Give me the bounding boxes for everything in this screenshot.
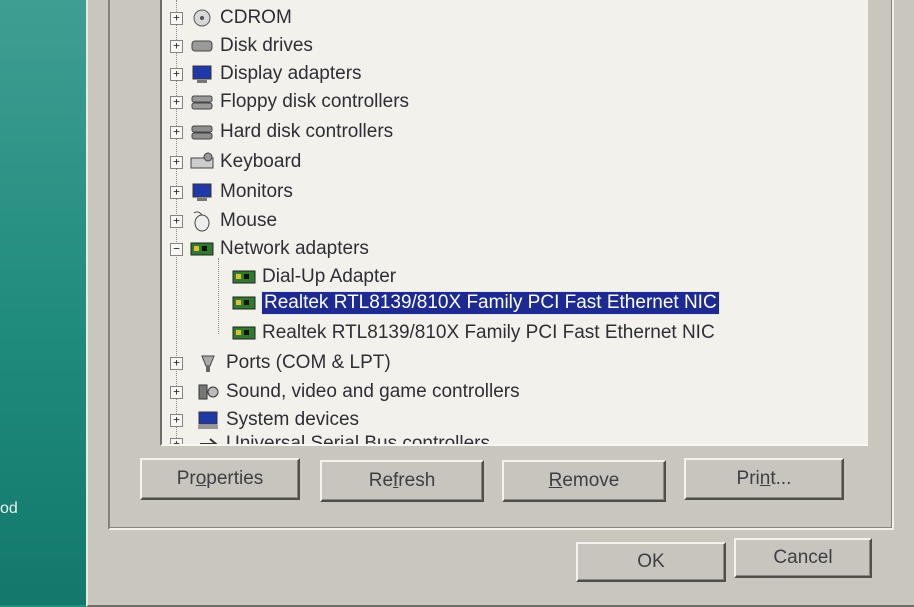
tree-item-label: CDROM [220, 7, 292, 28]
device-manager-dialog: + CDROM + Disk drives + Display adapters + Flop… [86, 0, 914, 607]
tree-expander[interactable]: + [170, 186, 183, 199]
tree-item[interactable]: Floppy disk controllers [188, 90, 409, 114]
network-card-icon [230, 322, 258, 344]
tree-expander[interactable]: + [170, 96, 183, 109]
mouse-icon [188, 210, 216, 232]
tree-item[interactable]: CDROM [188, 6, 292, 30]
ok-button[interactable]: OK [576, 542, 726, 582]
tree-connector-line-child [218, 258, 219, 334]
tree-expander[interactable]: + [170, 357, 183, 370]
usb-icon [194, 433, 222, 444]
floppy-controller-icon [188, 91, 216, 113]
tree-item[interactable]: Ports (COM & LPT) [194, 351, 391, 375]
refresh-label: Refresh [368, 470, 436, 491]
tree-item-label: Realtek RTL8139/810X Family PCI Fast Eth… [261, 291, 720, 315]
print-label: Print... [736, 468, 792, 489]
tree-expander[interactable]: + [170, 414, 183, 427]
desktop-icon-label[interactable]: od [0, 500, 18, 518]
tree-item-label: Hard disk controllers [220, 121, 394, 142]
tree-item-label: Display adapters [220, 63, 362, 84]
tree-expander[interactable]: + [170, 126, 183, 139]
tree-item-label: Floppy disk controllers [220, 91, 410, 112]
hard-disk-controller-icon [188, 121, 216, 143]
tree-expander[interactable]: − [170, 243, 183, 256]
tree-item-label: System devices [226, 409, 360, 430]
tree-item-label: Mouse [220, 210, 278, 231]
monitor-icon [188, 181, 216, 203]
properties-button[interactable]: Properties [140, 458, 300, 500]
tree-item[interactable]: Universal Serial Bus controllers [194, 432, 490, 446]
tree-item-label: Universal Serial Bus controllers [226, 433, 490, 446]
cancel-button[interactable]: Cancel [734, 538, 872, 578]
disk-drive-icon [188, 35, 216, 57]
device-tree[interactable]: + CDROM + Disk drives + Display adapters + Flop… [160, 0, 868, 446]
device-manager-panel: + CDROM + Disk drives + Display adapters + Flop… [108, 0, 894, 530]
tree-item[interactable]: System devices [194, 408, 359, 432]
tree-item-label: Network adapters [220, 238, 369, 259]
tree-item-label: Keyboard [220, 151, 302, 172]
display-adapter-icon [188, 63, 216, 85]
tree-expander[interactable]: + [170, 215, 183, 228]
tree-item-label: Disk drives [220, 35, 313, 56]
tree-item-label: Ports (COM & LPT) [226, 352, 391, 373]
properties-label: Properties [176, 468, 264, 489]
keyboard-icon [188, 151, 216, 173]
remove-label: Remove [548, 470, 620, 491]
network-card-icon [230, 292, 258, 314]
network-card-icon [230, 266, 258, 288]
tree-expander[interactable]: + [170, 156, 183, 169]
port-icon [194, 352, 222, 374]
tree-item[interactable]: Display adapters [188, 62, 362, 86]
cdrom-icon [188, 7, 216, 29]
tree-item[interactable]: Keyboard [188, 150, 301, 174]
network-adapter-icon [188, 238, 216, 260]
tree-item[interactable]: Disk drives [188, 34, 313, 58]
tree-item[interactable]: Hard disk controllers [188, 120, 393, 144]
tree-item-label: Realtek RTL8139/810X Family PCI Fast Eth… [262, 322, 715, 343]
tree-item[interactable]: Monitors [188, 180, 293, 204]
tree-expander[interactable]: + [170, 438, 183, 444]
tree-item-label: Dial-Up Adapter [262, 266, 397, 287]
sound-icon [194, 381, 222, 403]
tree-expander[interactable]: + [170, 68, 183, 81]
tree-item[interactable]: Sound, video and game controllers [194, 380, 520, 404]
tree-expander[interactable]: + [170, 386, 183, 399]
tree-expander[interactable]: + [170, 12, 183, 25]
system-device-icon [194, 409, 222, 431]
print-button[interactable]: Print... [684, 458, 844, 500]
ok-label: OK [637, 551, 665, 572]
tree-item-label: Monitors [220, 181, 293, 202]
remove-button[interactable]: Remove [502, 460, 666, 502]
tree-item[interactable]: Dial-Up Adapter [230, 265, 396, 289]
tree-item[interactable]: Mouse [188, 209, 277, 233]
tree-item[interactable]: Realtek RTL8139/810X Family PCI Fast Eth… [230, 321, 715, 345]
tree-item-selected[interactable]: Realtek RTL8139/810X Family PCI Fast Eth… [230, 291, 720, 315]
refresh-button[interactable]: Refresh [320, 460, 484, 502]
tree-item[interactable]: Network adapters [188, 237, 369, 261]
tree-expander[interactable]: + [170, 40, 183, 53]
cancel-label: Cancel [773, 547, 833, 568]
tree-item-label: Sound, video and game controllers [226, 381, 520, 402]
